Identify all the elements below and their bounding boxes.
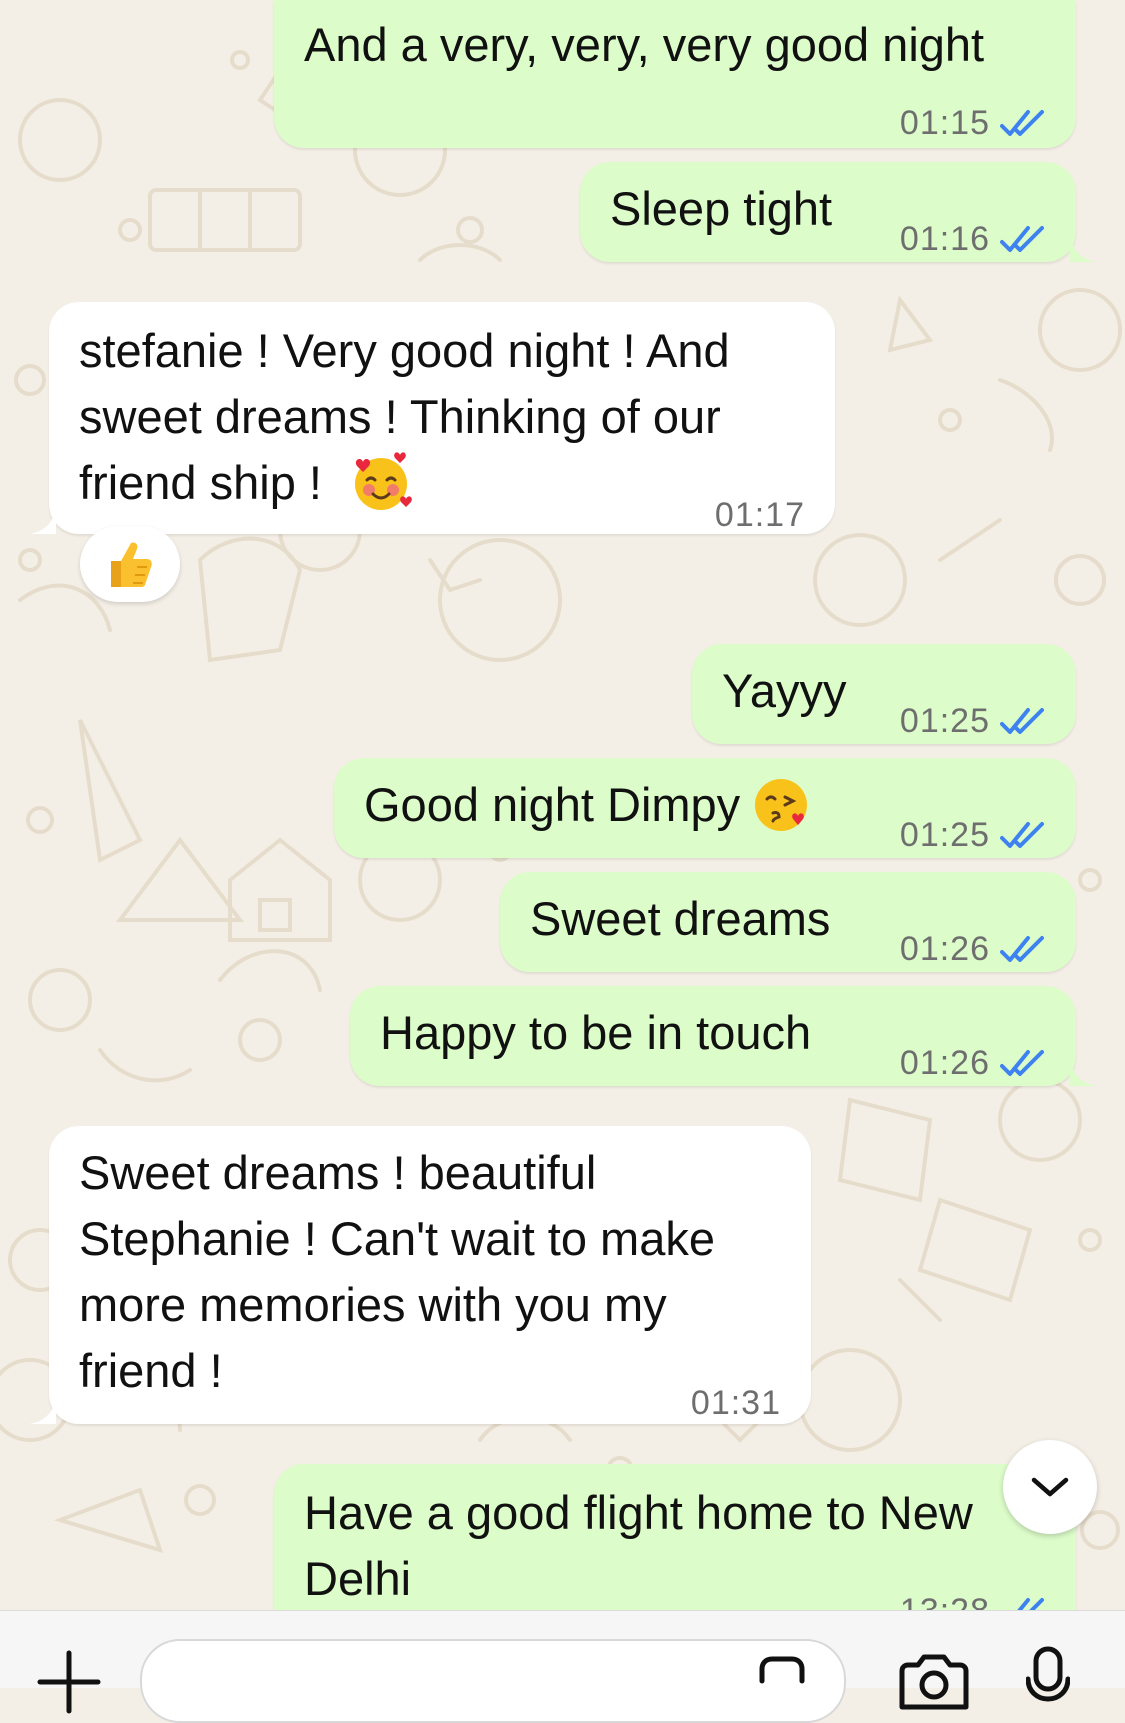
bubble-tail bbox=[1070, 1060, 1096, 1086]
outgoing-message[interactable]: Yayyy 01:25 bbox=[692, 644, 1076, 744]
outgoing-message[interactable]: Sleep tight 01:16 bbox=[580, 162, 1076, 262]
incoming-message[interactable]: stefanie ! Very good night ! And sweet d… bbox=[49, 302, 835, 534]
read-ticks-icon bbox=[1000, 708, 1044, 734]
message-meta: 13:28 bbox=[900, 1578, 1046, 1610]
outgoing-message[interactable]: Happy to be in touch 01:26 bbox=[350, 986, 1076, 1086]
message-text: Sleep tight bbox=[610, 182, 833, 235]
outgoing-message[interactable]: Have a good flight home to New Delhi 13:… bbox=[274, 1464, 1076, 1610]
message-input[interactable] bbox=[140, 1639, 846, 1723]
read-ticks-icon bbox=[1000, 936, 1044, 962]
message-input-bar bbox=[0, 1610, 1125, 1723]
read-ticks-icon bbox=[1017, 1598, 1044, 1610]
message-meta: 01:26 bbox=[900, 916, 1046, 982]
message-time: 01:16 bbox=[899, 220, 990, 258]
message-text: And a very, very, very good night bbox=[304, 18, 985, 71]
message-meta: 01:25 bbox=[900, 688, 1046, 754]
plus-icon[interactable] bbox=[36, 1649, 102, 1715]
chevron-down-icon bbox=[1031, 1477, 1069, 1497]
camera-icon[interactable] bbox=[898, 1651, 970, 1711]
scroll-to-bottom-button[interactable] bbox=[1003, 1440, 1097, 1534]
read-ticks-icon bbox=[1000, 1050, 1044, 1076]
message-text: Sweet dreams ! beautiful Stephanie ! Can… bbox=[79, 1146, 715, 1397]
message-time: 01:26 bbox=[899, 1044, 990, 1082]
smiling-face-with-hearts-icon bbox=[355, 452, 412, 510]
incoming-message[interactable]: Sweet dreams ! beautiful Stephanie ! Can… bbox=[49, 1126, 811, 1424]
outgoing-message[interactable]: Good night Dimpy 01:25 bbox=[334, 758, 1076, 858]
reaction-badge[interactable] bbox=[80, 526, 180, 602]
outgoing-message[interactable]: Sweet dreams 01:26 bbox=[500, 872, 1076, 972]
message-text: Good night Dimpy bbox=[364, 772, 813, 838]
message-time: 01:26 bbox=[899, 930, 990, 968]
message-meta: 01:15 bbox=[900, 90, 1046, 156]
message-time: 01:25 bbox=[899, 702, 990, 740]
message-text: stefanie ! Very good night ! And sweet d… bbox=[79, 318, 730, 516]
read-ticks-icon bbox=[1000, 110, 1044, 136]
bubble-tail bbox=[30, 1398, 56, 1424]
sticker-icon[interactable] bbox=[752, 1651, 812, 1711]
read-ticks-icon bbox=[1000, 226, 1044, 252]
message-time: 13:28 bbox=[900, 1578, 990, 1610]
message-meta: 01:25 bbox=[900, 802, 1046, 868]
message-time: 01:17 bbox=[714, 496, 805, 534]
message-time: 01:15 bbox=[899, 104, 990, 142]
message-text: Have a good flight home to New Delhi bbox=[304, 1486, 973, 1605]
message-text: Sweet dreams bbox=[530, 892, 831, 945]
face-blowing-kiss-icon bbox=[755, 778, 808, 831]
message-text: Happy to be in touch bbox=[380, 1006, 812, 1059]
message-time: 01:31 bbox=[690, 1384, 781, 1422]
message-text: Yayyy bbox=[722, 664, 847, 717]
microphone-icon[interactable] bbox=[1026, 1645, 1070, 1711]
read-ticks-icon bbox=[1000, 822, 1044, 848]
message-meta: 01:17 bbox=[715, 482, 805, 548]
message-list[interactable]: And a very, very, very good night 01:15 … bbox=[0, 0, 1125, 1610]
message-meta: 01:31 bbox=[691, 1370, 781, 1436]
outgoing-message[interactable]: And a very, very, very good night 01:15 bbox=[274, 0, 1076, 148]
message-meta: 01:16 bbox=[900, 206, 1046, 272]
message-meta: 01:26 bbox=[900, 1030, 1046, 1096]
message-time: 01:25 bbox=[899, 816, 990, 854]
bubble-tail bbox=[30, 508, 56, 534]
bubble-tail bbox=[1070, 236, 1096, 262]
thumbs-up-icon bbox=[111, 542, 152, 587]
